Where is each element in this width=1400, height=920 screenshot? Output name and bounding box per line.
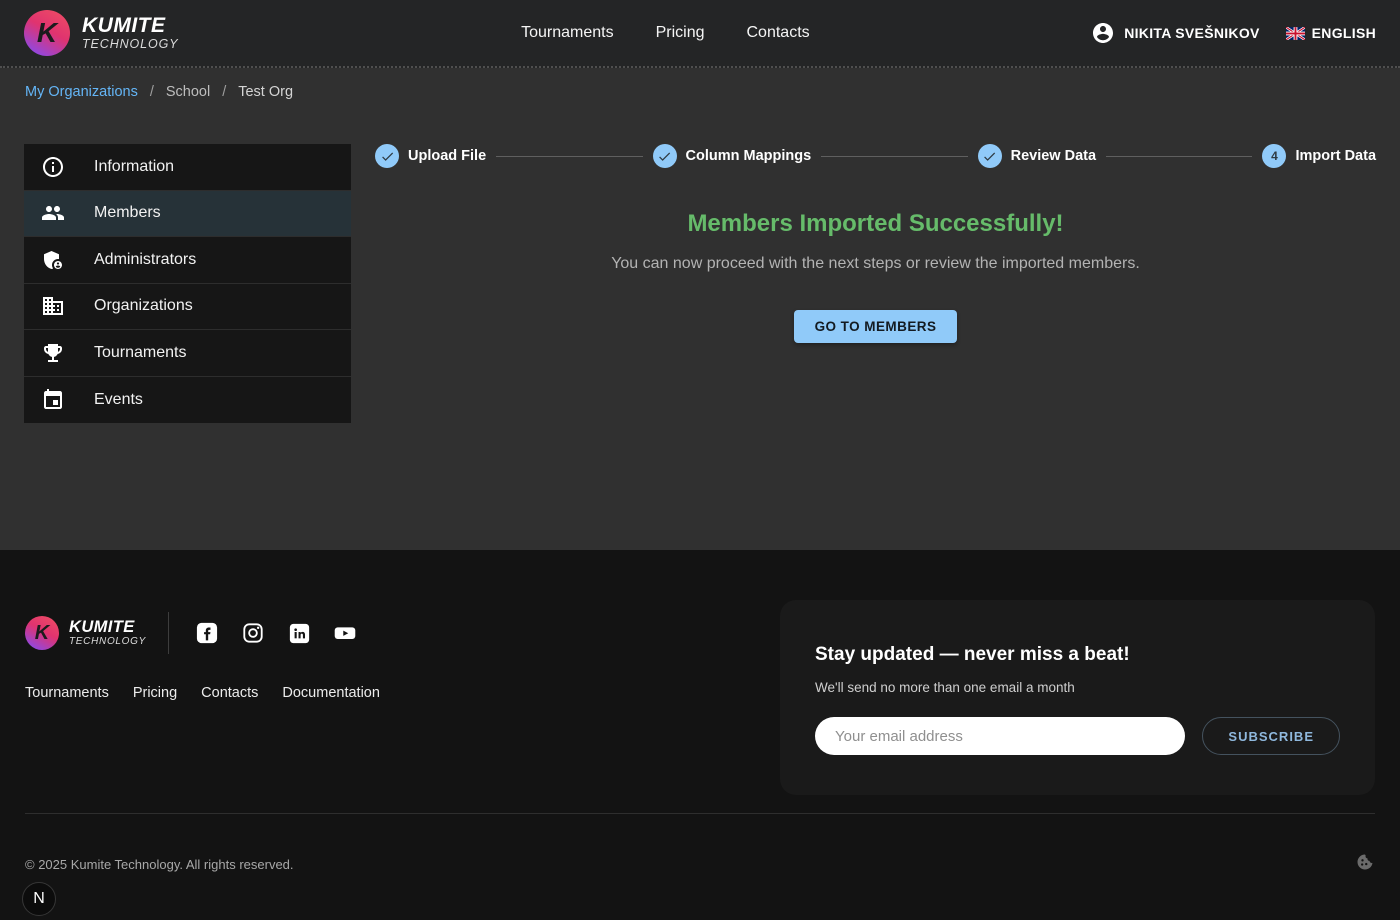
subscribe-button[interactable]: SUBSCRIBE [1202, 717, 1340, 755]
import-stepper: Upload File Column Mappings Review Data … [375, 144, 1376, 168]
step-label: Review Data [1011, 148, 1096, 164]
sidebar-item-tournaments[interactable]: Tournaments [24, 330, 351, 377]
breadcrumb-separator: / [222, 84, 226, 100]
step-connector [496, 156, 642, 157]
breadcrumb-separator: / [150, 84, 154, 100]
email-input[interactable] [815, 717, 1185, 755]
members-icon [41, 201, 65, 225]
calendar-icon [41, 388, 65, 412]
step-label: Column Mappings [686, 148, 812, 164]
footer-link-contacts[interactable]: Contacts [201, 685, 258, 701]
brand-logo[interactable]: K KUMITE TECHNOLOGY [24, 10, 179, 56]
nextjs-dev-badge[interactable]: N [22, 882, 56, 916]
footer-brand-name: KUMITE [69, 619, 146, 636]
success-title: Members Imported Successfully! [375, 210, 1376, 238]
footer-brand-tagline: TECHNOLOGY [69, 636, 146, 647]
footer-link-documentation[interactable]: Documentation [282, 685, 380, 701]
building-icon [41, 294, 65, 318]
account-circle-icon [1091, 21, 1115, 45]
kumite-logo-icon: K [24, 10, 70, 56]
footer-links: Tournaments Pricing Contacts Documentati… [25, 685, 380, 701]
sidebar-item-members[interactable]: Members [24, 191, 351, 238]
cookie-settings-icon[interactable] [1355, 852, 1375, 877]
copyright-text: © 2025 Kumite Technology. All rights res… [25, 857, 294, 872]
trophy-icon [41, 341, 65, 365]
step-completed-check-icon [978, 144, 1002, 168]
sidebar-item-label: Administrators [94, 251, 196, 269]
page-footer: K KUMITE TECHNOLOGY [0, 550, 1400, 920]
step-review-data: Review Data [978, 144, 1096, 168]
brand-tagline: TECHNOLOGY [82, 37, 179, 51]
user-name: NIKITA SVEŠNIKOV [1124, 25, 1259, 41]
newsletter-subtitle: We'll send no more than one email a mont… [815, 680, 1340, 695]
uk-flag-icon [1286, 27, 1305, 40]
step-connector [821, 156, 967, 157]
sidebar-item-label: Organizations [94, 297, 193, 315]
sidebar-item-events[interactable]: Events [24, 377, 351, 424]
newsletter-title: Stay updated — never miss a beat! [815, 644, 1340, 666]
step-connector [1106, 156, 1252, 157]
go-to-members-button[interactable]: GO TO MEMBERS [794, 310, 958, 343]
footer-link-tournaments[interactable]: Tournaments [25, 685, 109, 701]
breadcrumb-test-org: Test Org [238, 84, 293, 100]
header-nav: Tournaments Pricing Contacts [521, 0, 810, 66]
nav-tournaments[interactable]: Tournaments [521, 24, 614, 42]
step-label: Upload File [408, 148, 486, 164]
nav-pricing[interactable]: Pricing [656, 24, 705, 42]
success-subtitle: You can now proceed with the next steps … [375, 255, 1376, 273]
language-label: ENGLISH [1312, 25, 1376, 41]
sidebar-item-organizations[interactable]: Organizations [24, 284, 351, 331]
breadcrumb: My Organizations / School / Test Org [25, 84, 293, 100]
footer-link-pricing[interactable]: Pricing [133, 685, 177, 701]
app-header: K KUMITE TECHNOLOGY Tournaments Pricing … [0, 0, 1400, 68]
user-menu[interactable]: NIKITA SVEŠNIKOV [1091, 21, 1259, 45]
kumite-logo-icon[interactable]: K [25, 616, 59, 650]
step-completed-check-icon [375, 144, 399, 168]
linkedin-icon[interactable] [287, 621, 311, 645]
admin-shield-icon [41, 248, 65, 272]
main-area: Information Members Administrators Organ… [0, 115, 1400, 550]
facebook-icon[interactable] [195, 621, 219, 645]
newsletter-card: Stay updated — never miss a beat! We'll … [780, 600, 1375, 795]
sidebar-item-label: Members [94, 204, 161, 222]
sidebar-item-label: Events [94, 391, 143, 409]
breadcrumb-my-organizations[interactable]: My Organizations [25, 84, 138, 100]
info-icon [41, 155, 65, 179]
step-column-mappings: Column Mappings [653, 144, 812, 168]
breadcrumb-school: School [166, 84, 210, 100]
step-label: Import Data [1295, 148, 1376, 164]
step-number-badge: 4 [1262, 144, 1286, 168]
step-import-data: 4 Import Data [1262, 144, 1376, 168]
sidebar-item-label: Tournaments [94, 344, 187, 362]
instagram-icon[interactable] [241, 621, 265, 645]
step-upload-file: Upload File [375, 144, 486, 168]
sidebar-item-label: Information [94, 158, 174, 176]
sidebar-item-information[interactable]: Information [24, 144, 351, 191]
org-sidebar: Information Members Administrators Organ… [24, 144, 351, 423]
youtube-icon[interactable] [333, 621, 357, 645]
step-completed-check-icon [653, 144, 677, 168]
social-links [195, 621, 357, 645]
vertical-divider [168, 612, 169, 654]
brand-name: KUMITE [82, 15, 179, 37]
nav-contacts[interactable]: Contacts [747, 24, 810, 42]
language-selector[interactable]: ENGLISH [1286, 25, 1376, 41]
sidebar-item-administrators[interactable]: Administrators [24, 237, 351, 284]
breadcrumb-bar: My Organizations / School / Test Org [0, 68, 1400, 115]
